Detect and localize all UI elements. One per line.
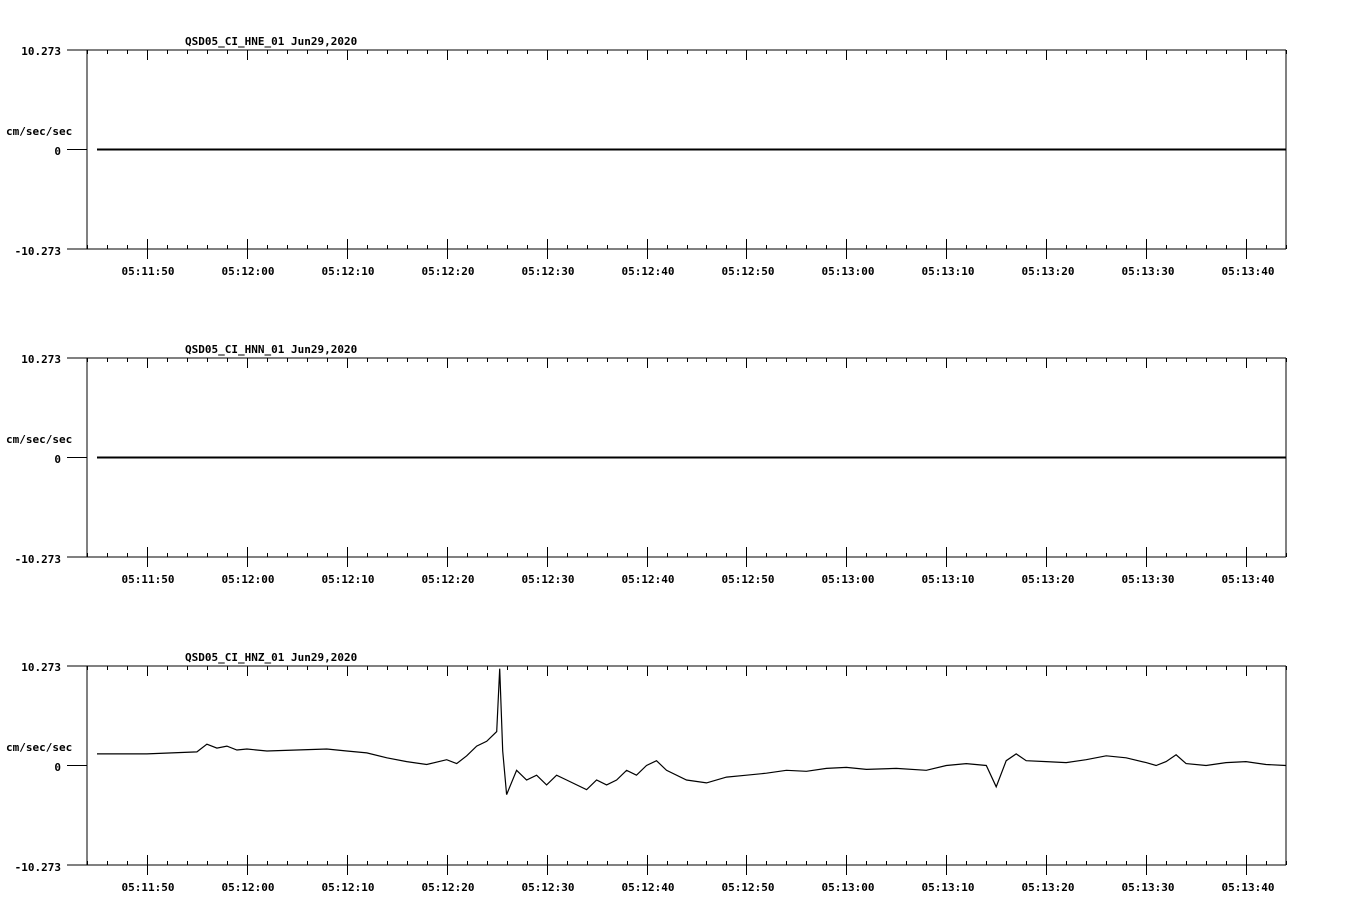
hne-ytick-bottom: -10.273 (15, 245, 61, 258)
hnz-xtick-label: 05:12:30 (522, 881, 575, 894)
hnn-xtick-label: 05:12:50 (722, 573, 775, 586)
hne-xtick-label: 05:13:30 (1122, 265, 1175, 278)
hnn-xtick-label: 05:13:20 (1022, 573, 1075, 586)
hnz-xtick-label: 05:12:10 (322, 881, 375, 894)
hne-ytick-top: 10.273 (21, 45, 61, 58)
hnn-panel: QSD05_CI_HNN_01 Jun29,2020 cm/sec/sec 10… (6, 343, 1287, 586)
hne-xtick-label: 05:12:20 (422, 265, 475, 278)
hnz-x-tick-labels: 05:11:50 05:12:00 05:12:10 05:12:20 05:1… (122, 881, 1275, 894)
hne-x-tick-labels: 05:11:50 05:12:00 05:12:10 05:12:20 05:1… (122, 265, 1275, 278)
hne-xtick-label: 05:12:00 (222, 265, 275, 278)
hne-xtick-label: 05:12:40 (622, 265, 675, 278)
hnz-trace (97, 668, 1287, 795)
hnn-xtick-label: 05:12:20 (422, 573, 475, 586)
hnn-xtick-label: 05:13:00 (822, 573, 875, 586)
hnn-xtick-label: 05:13:30 (1122, 573, 1175, 586)
hne-xtick-label: 05:11:50 (122, 265, 175, 278)
hnn-ytick-top: 10.273 (21, 353, 61, 366)
hne-xtick-label: 05:13:40 (1222, 265, 1275, 278)
seismogram-figure: QSD05_CI_HNE_01 Jun29,2020 cm/sec/sec 10… (6, 35, 1287, 894)
hnz-ytick-zero: 0 (54, 761, 61, 774)
hnz-xtick-label: 05:13:00 (822, 881, 875, 894)
hnz-panel: QSD05_CI_HNZ_01 Jun29,2020 cm/sec/sec 10… (6, 651, 1287, 894)
hnn-xtick-label: 05:13:40 (1222, 573, 1275, 586)
hnz-ytick-top: 10.273 (21, 661, 61, 674)
hnz-xtick-label: 05:12:20 (422, 881, 475, 894)
hnn-title: QSD05_CI_HNN_01 Jun29,2020 (185, 343, 357, 356)
hnn-ytick-zero: 0 (54, 453, 61, 466)
hne-xtick-label: 05:12:30 (522, 265, 575, 278)
hne-title: QSD05_CI_HNE_01 Jun29,2020 (185, 35, 357, 48)
hnz-xtick-label: 05:13:40 (1222, 881, 1275, 894)
hnn-ylabel: cm/sec/sec (6, 433, 72, 446)
hnz-xtick-label: 05:13:30 (1122, 881, 1175, 894)
hnn-xtick-label: 05:12:00 (222, 573, 275, 586)
hnz-xtick-label: 05:11:50 (122, 881, 175, 894)
hnn-xtick-label: 05:12:40 (622, 573, 675, 586)
hne-xtick-label: 05:13:10 (922, 265, 975, 278)
hnn-xtick-label: 05:12:30 (522, 573, 575, 586)
hnz-ylabel: cm/sec/sec (6, 741, 72, 754)
hnz-xtick-label: 05:12:00 (222, 881, 275, 894)
hnz-title: QSD05_CI_HNZ_01 Jun29,2020 (185, 651, 357, 664)
hnn-xtick-label: 05:12:10 (322, 573, 375, 586)
hnz-xtick-label: 05:13:10 (922, 881, 975, 894)
hnn-x-tick-labels: 05:11:50 05:12:00 05:12:10 05:12:20 05:1… (122, 573, 1275, 586)
hnn-xtick-label: 05:13:10 (922, 573, 975, 586)
hne-xtick-label: 05:13:20 (1022, 265, 1075, 278)
hne-panel: QSD05_CI_HNE_01 Jun29,2020 cm/sec/sec 10… (6, 35, 1287, 278)
hnn-ytick-bottom: -10.273 (15, 553, 61, 566)
hnz-ytick-bottom: -10.273 (15, 861, 61, 874)
hne-ytick-zero: 0 (54, 145, 61, 158)
hnn-xtick-label: 05:11:50 (122, 573, 175, 586)
hne-xtick-label: 05:13:00 (822, 265, 875, 278)
hnz-xtick-label: 05:13:20 (1022, 881, 1075, 894)
hne-xtick-label: 05:12:50 (722, 265, 775, 278)
hnz-xtick-label: 05:12:50 (722, 881, 775, 894)
hnz-xtick-label: 05:12:40 (622, 881, 675, 894)
hne-ylabel: cm/sec/sec (6, 125, 72, 138)
hne-xtick-label: 05:12:10 (322, 265, 375, 278)
